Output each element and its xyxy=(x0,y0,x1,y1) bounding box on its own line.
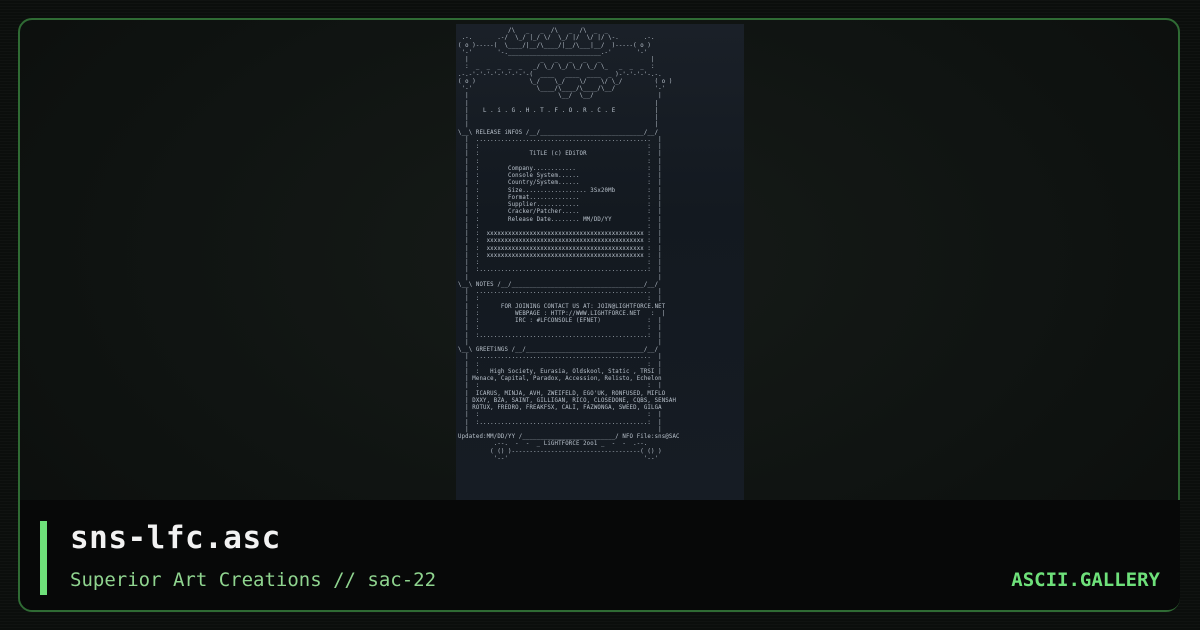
ascii-art-text: /\ _ _ /\ _ /\ _ _ .-. .-/ \_/ |_/ \/ \_… xyxy=(458,28,680,462)
file-title: sns-lfc.asc xyxy=(70,520,281,556)
site-brand-link[interactable]: ASCII.GALLERY xyxy=(1011,569,1160,591)
file-subtitle: Superior Art Creations // sac-22 xyxy=(70,569,437,591)
ascii-preview[interactable]: /\ _ _ /\ _ /\ _ _ .-. .-/ \_/ |_/ \/ \_… xyxy=(456,24,744,500)
info-footer: sns-lfc.asc Superior Art Creations // sa… xyxy=(20,500,1180,610)
accent-bar xyxy=(40,521,47,595)
